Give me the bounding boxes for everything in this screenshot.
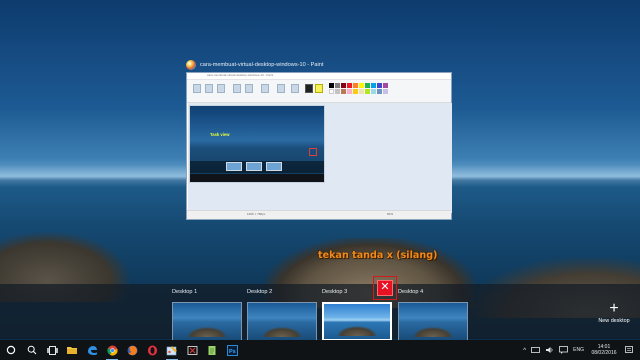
pasted-screenshot: Task view	[189, 105, 325, 183]
desktop-thumbnail[interactable]	[172, 302, 242, 341]
outline-icon	[291, 84, 299, 93]
message-icon[interactable]	[559, 346, 569, 354]
screenshot-thumb	[246, 162, 262, 171]
paint-ribbon	[187, 80, 451, 103]
paste-icon	[193, 84, 201, 93]
action-center-icon[interactable]	[624, 345, 634, 355]
system-tray: ^ ENG 14:01 08/02/2016	[523, 340, 640, 360]
desktop-1[interactable]: Desktop 1	[172, 288, 242, 341]
paint-titlebar: cara-membuat-virtual-desktop-windows-10 …	[187, 73, 451, 80]
paint-titlebar-text: cara-membuat-virtual-desktop-windows-10 …	[207, 73, 274, 77]
taskbar: Ps ^ ENG 14:01 08/02/2016	[0, 340, 640, 360]
annotation-text: tekan tanda x (silang)	[318, 250, 438, 261]
window-title-row: cara-membuat-virtual-desktop-windows-10 …	[186, 58, 323, 72]
shapes-icon	[277, 84, 285, 93]
language-indicator[interactable]: ENG	[573, 347, 584, 353]
desktop-label: Desktop 4	[398, 289, 424, 295]
volume-icon[interactable]	[545, 346, 554, 354]
snipping-tool-icon[interactable]	[182, 340, 202, 360]
color1-icon	[305, 84, 313, 93]
desktop-label: Desktop 1	[172, 289, 198, 295]
paint-window-thumbnail[interactable]: cara-membuat-virtual-desktop-windows-10 …	[186, 72, 452, 220]
network-icon[interactable]	[531, 346, 541, 354]
color-palette	[329, 83, 388, 94]
color2-icon	[315, 84, 323, 93]
screenshot-caption: Task view	[210, 132, 230, 137]
clock[interactable]: 14:01 08/02/2016	[589, 344, 619, 356]
desktop-label: Desktop 2	[247, 289, 273, 295]
plus-icon: +	[609, 300, 619, 317]
notepad-icon[interactable]	[202, 340, 222, 360]
svg-text:Ps: Ps	[229, 349, 236, 355]
screenshot-thumb	[226, 162, 242, 171]
chrome-icon[interactable]	[102, 340, 122, 360]
desktop-4[interactable]: Desktop 4	[398, 288, 468, 341]
screenshot-close-mark	[309, 148, 317, 156]
crop-icon	[217, 84, 225, 93]
virtual-desktops-bar	[0, 284, 640, 339]
brush-icon	[261, 84, 269, 93]
new-desktop-button[interactable]: + New desktop	[592, 300, 636, 325]
fill-icon	[245, 84, 253, 93]
desktop-thumbnail-active[interactable]	[322, 302, 392, 341]
photoshop-icon[interactable]: Ps	[222, 340, 242, 360]
file-explorer-icon[interactable]	[62, 340, 82, 360]
status-size: 1366 × 768px	[247, 212, 266, 216]
search-icon[interactable]	[22, 340, 42, 360]
task-view-window[interactable]: cara-membuat-virtual-desktop-windows-10 …	[186, 58, 452, 220]
status-zoom: 50%	[387, 212, 394, 216]
firefox-icon[interactable]	[122, 340, 142, 360]
pencil-icon	[233, 84, 241, 93]
paint-icon[interactable]	[162, 340, 182, 360]
paint-canvas: Task view	[188, 103, 452, 213]
task-view-icon[interactable]	[42, 340, 62, 360]
select-icon	[205, 84, 213, 93]
new-desktop-label: New desktop	[598, 318, 630, 324]
window-title: cara-membuat-virtual-desktop-windows-10 …	[200, 62, 324, 68]
desktop-thumbnail[interactable]	[247, 302, 317, 341]
start-icon[interactable]	[0, 340, 22, 360]
paint-statusbar: 1366 × 768px 50%	[187, 210, 451, 219]
clock-date: 08/02/2016	[591, 350, 617, 356]
paint-app-icon	[186, 60, 196, 70]
screenshot-thumb	[266, 162, 282, 171]
desktop-2[interactable]: Desktop 2	[247, 288, 317, 341]
chevron-up-icon[interactable]: ^	[523, 347, 526, 354]
close-icon[interactable]: ✕	[377, 280, 393, 296]
edge-icon[interactable]	[82, 340, 102, 360]
desktop-thumbnail[interactable]	[398, 302, 468, 341]
screenshot-taskbar	[190, 174, 324, 182]
opera-icon[interactable]	[142, 340, 162, 360]
